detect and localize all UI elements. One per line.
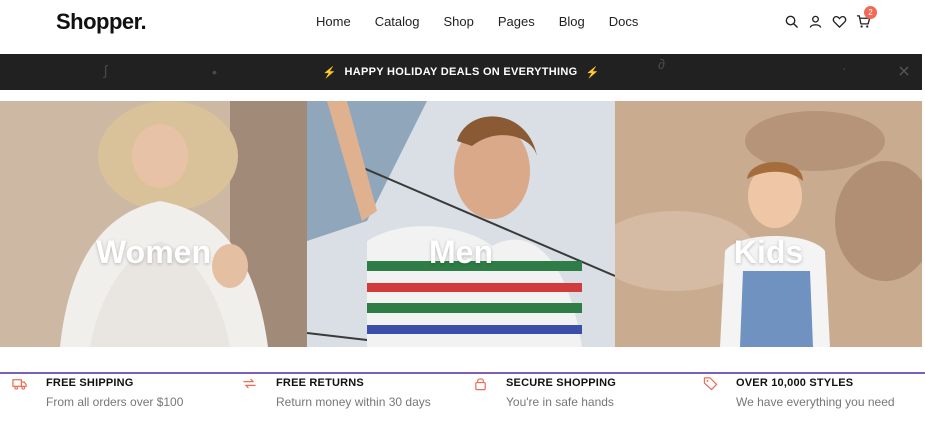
- header-icons: 2: [784, 6, 877, 29]
- feature-subtitle: We have everything you need: [736, 395, 895, 409]
- user-icon[interactable]: [808, 14, 823, 29]
- cart-count-badge: 2: [864, 6, 877, 19]
- category-tile-women[interactable]: Women: [0, 101, 307, 347]
- lock-icon: [473, 376, 488, 391]
- feature-title: SECURE SHOPPING: [506, 377, 616, 389]
- heart-icon[interactable]: [832, 14, 847, 29]
- feature-title: OVER 10,000 STYLES: [736, 377, 854, 389]
- kids-photo: [615, 101, 922, 347]
- promo-banner: ʃ • ∂ · ⚡ HAPPY HOLIDAY DEALS ON EVERYTH…: [0, 54, 922, 90]
- promo-content: ⚡ HAPPY HOLIDAY DEALS ON EVERYTHING ⚡: [0, 54, 922, 90]
- nav-pages[interactable]: Pages: [498, 14, 535, 29]
- logo[interactable]: Shopper.: [56, 9, 147, 35]
- men-photo: [307, 101, 615, 347]
- site-header: Shopper. Home Catalog Shop Pages Blog Do…: [0, 0, 925, 54]
- women-photo: [0, 101, 307, 347]
- nav-blog[interactable]: Blog: [559, 14, 585, 29]
- promo-text: HAPPY HOLIDAY DEALS ON EVERYTHING: [344, 66, 578, 78]
- category-label-women: Women: [96, 234, 211, 270]
- close-icon[interactable]: [898, 65, 910, 77]
- main-nav: Home Catalog Shop Pages Blog Docs: [316, 14, 638, 29]
- feature-title: FREE RETURNS: [276, 377, 364, 389]
- cart-icon[interactable]: 2: [856, 6, 877, 29]
- nav-shop[interactable]: Shop: [444, 14, 474, 29]
- feature-subtitle: You're in safe hands: [506, 395, 614, 409]
- category-label-kids: Kids: [733, 234, 804, 270]
- lightning-icon: ⚡: [322, 66, 337, 79]
- category-tile-men[interactable]: Men: [307, 101, 615, 347]
- feature-subtitle: From all orders over $100: [46, 395, 184, 409]
- truck-icon: [12, 376, 27, 391]
- features-bar: FREE SHIPPING From all orders over $100 …: [0, 372, 925, 423]
- search-icon[interactable]: [784, 14, 799, 29]
- tag-icon: [703, 376, 718, 391]
- nav-docs[interactable]: Docs: [609, 14, 639, 29]
- feature-subtitle: Return money within 30 days: [276, 395, 431, 409]
- nav-catalog[interactable]: Catalog: [375, 14, 420, 29]
- nav-home[interactable]: Home: [316, 14, 351, 29]
- refresh-icon: [242, 376, 257, 391]
- category-tiles: Women Men Kids: [0, 101, 922, 347]
- feature-title: FREE SHIPPING: [46, 377, 134, 389]
- lightning-icon: ⚡: [585, 66, 600, 79]
- category-label-men: Men: [429, 234, 493, 270]
- category-tile-kids[interactable]: Kids: [615, 101, 922, 347]
